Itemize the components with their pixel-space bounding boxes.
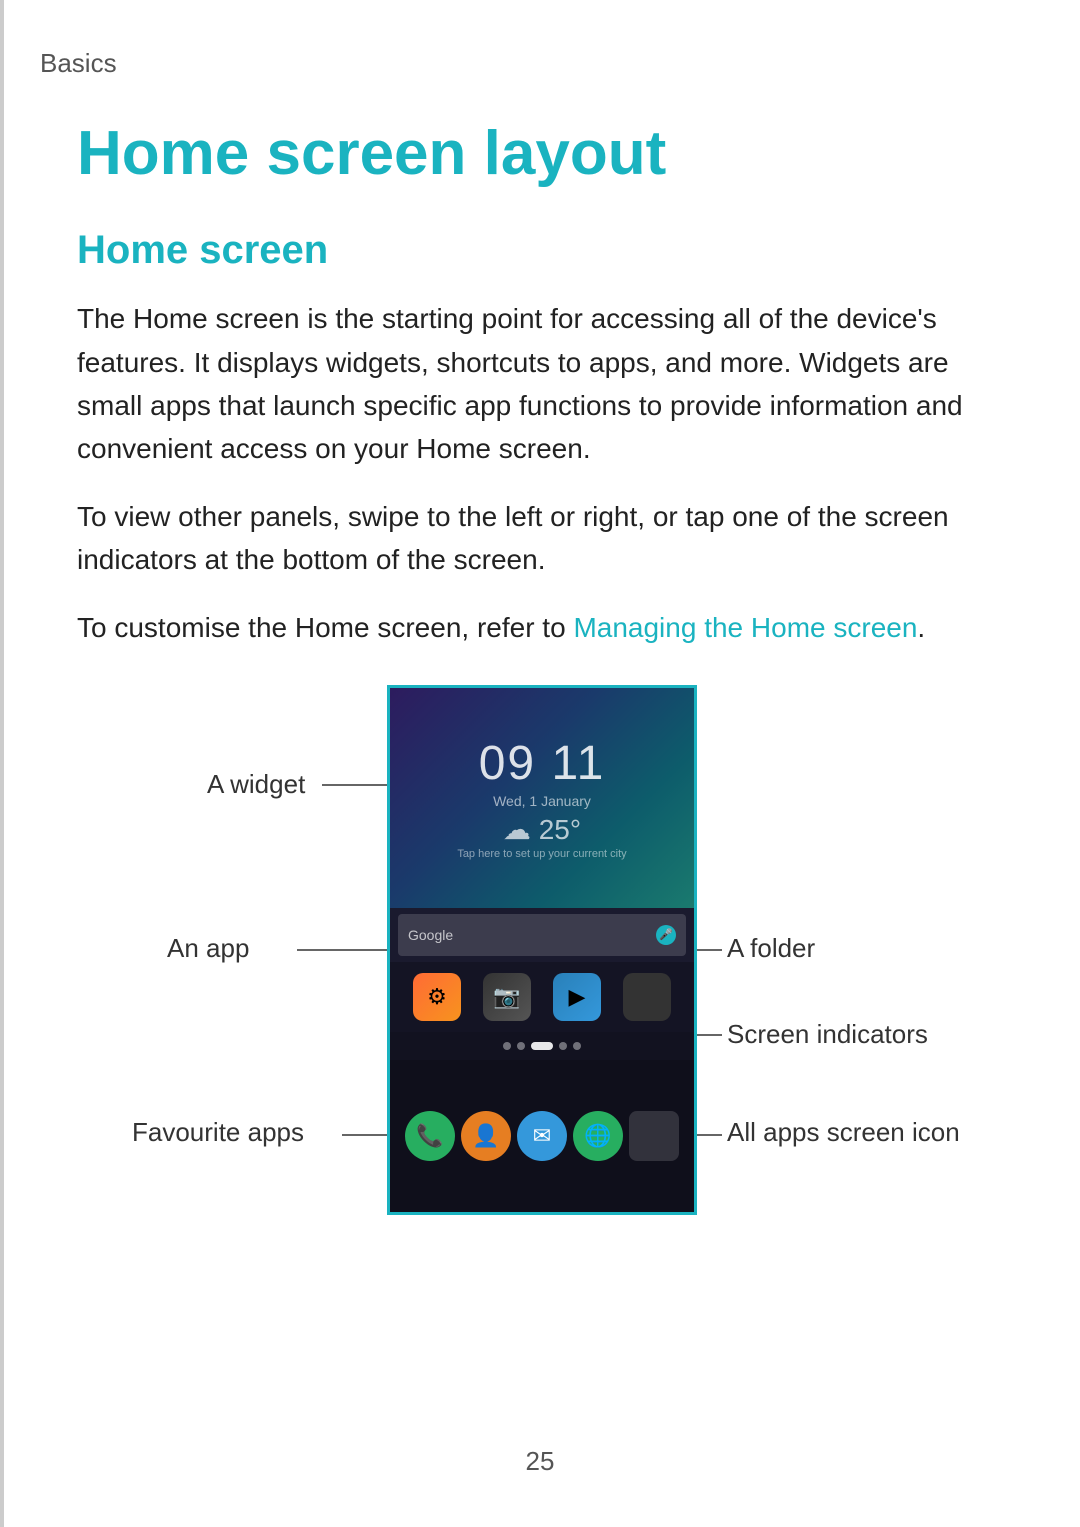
fav-apps-label-svg: Favourite apps bbox=[132, 1117, 304, 1147]
search-bar-label: Google bbox=[408, 927, 648, 943]
page-number: 25 bbox=[526, 1446, 555, 1477]
paragraph1: The Home screen is the starting point fo… bbox=[77, 297, 1003, 471]
breadcrumb-label: Basics bbox=[40, 48, 117, 79]
widget-subtitle: Tap here to set up your current city bbox=[457, 848, 626, 860]
indicator-4 bbox=[559, 1042, 567, 1050]
search-bar: Google 🎤 bbox=[398, 914, 686, 956]
search-mic-icon: 🎤 bbox=[656, 925, 676, 945]
an-app-label-svg: An app bbox=[167, 933, 249, 963]
folder-icon bbox=[623, 973, 671, 1021]
indicator-5 bbox=[573, 1042, 581, 1050]
fav-row: 📞 👤 ✉ 🌐 bbox=[390, 1060, 694, 1212]
page: Basics Home screen layout Home screen Th… bbox=[0, 0, 1080, 1527]
page-title: Home screen layout bbox=[77, 120, 1003, 188]
indicator-1 bbox=[503, 1042, 511, 1050]
camera-app-icon: 📷 bbox=[483, 973, 531, 1021]
indicators-row bbox=[390, 1032, 694, 1060]
paragraph3-prefix: To customise the Home screen, refer to bbox=[77, 612, 573, 643]
email-fav-icon: ✉ bbox=[517, 1111, 567, 1161]
screen-indicators-label-svg: Screen indicators bbox=[727, 1019, 928, 1049]
paragraph3: To customise the Home screen, refer to M… bbox=[77, 606, 1003, 649]
all-apps-icon bbox=[629, 1111, 679, 1161]
app-row: ⚙ 📷 ▶ bbox=[390, 962, 694, 1032]
section-title: Home screen bbox=[77, 228, 1003, 273]
settings-app-icon: ⚙ bbox=[413, 973, 461, 1021]
browser-fav-icon: 🌐 bbox=[573, 1111, 623, 1161]
widget-weather: ☁ 25° bbox=[503, 813, 581, 846]
all-apps-label-svg: All apps screen icon bbox=[727, 1117, 960, 1147]
paragraph2: To view other panels, swipe to the left … bbox=[77, 495, 1003, 582]
widget-date: Wed, 1 January bbox=[493, 793, 591, 809]
indicator-3-active bbox=[531, 1042, 553, 1050]
a-folder-label-svg: A folder bbox=[727, 933, 816, 963]
breadcrumb-bar bbox=[0, 0, 4, 1527]
widget-time: 09 11 bbox=[479, 736, 606, 791]
phone-fav-icon: 📞 bbox=[405, 1111, 455, 1161]
diagram-container: 09 11 Wed, 1 January ☁ 25° Tap here to s… bbox=[77, 685, 1003, 1265]
widget-area: 09 11 Wed, 1 January ☁ 25° Tap here to s… bbox=[390, 688, 694, 908]
indicator-2 bbox=[517, 1042, 525, 1050]
contacts-fav-icon: 👤 bbox=[461, 1111, 511, 1161]
managing-home-screen-link[interactable]: Managing the Home screen bbox=[573, 612, 917, 643]
paragraph3-suffix: . bbox=[917, 612, 925, 643]
phone-screen: 09 11 Wed, 1 January ☁ 25° Tap here to s… bbox=[387, 685, 697, 1215]
widget-label-svg: A widget bbox=[207, 769, 306, 799]
play-app-icon: ▶ bbox=[553, 973, 601, 1021]
